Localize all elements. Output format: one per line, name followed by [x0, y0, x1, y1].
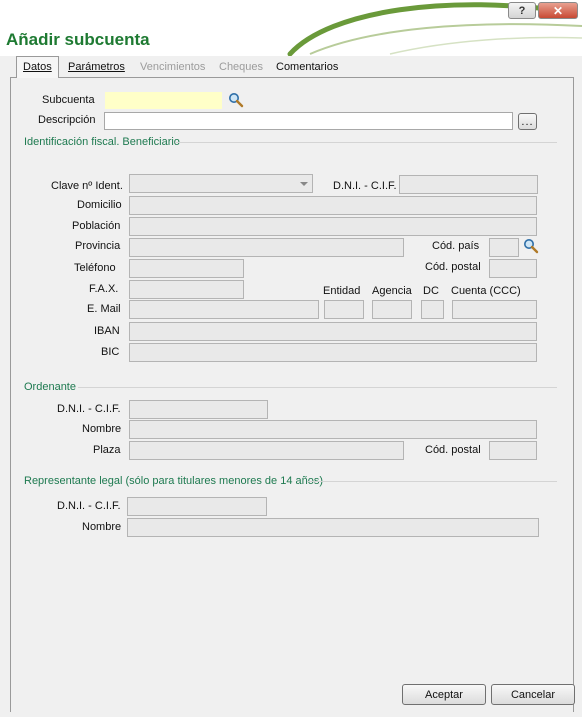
plaza-input[interactable] [129, 441, 404, 460]
representante-nombre-label: Nombre [82, 521, 122, 533]
section-divider [78, 387, 557, 388]
accept-button[interactable]: Aceptar [402, 684, 486, 705]
dc-input[interactable] [421, 300, 444, 319]
section-divider [175, 142, 557, 143]
search-icon[interactable] [523, 238, 539, 254]
tab-vencimientos: Vencimientos [140, 61, 206, 73]
fax-label: F.A.X. [89, 283, 119, 295]
entidad-input[interactable] [324, 300, 364, 319]
tab-datos[interactable]: Datos [16, 56, 59, 78]
representante-dni-label: D.N.I. - C.I.F. [57, 500, 121, 512]
cuenta-ccc-label: Cuenta (CCC) [451, 285, 521, 297]
dni-input[interactable] [399, 175, 538, 194]
email-input[interactable] [129, 300, 319, 319]
ordenante-nombre-label: Nombre [82, 423, 122, 435]
tab-parametros[interactable]: Parámetros [62, 59, 131, 77]
section-divider [307, 481, 557, 482]
poblacion-label: Población [72, 220, 121, 232]
cod-pais-label: Cód. país [432, 240, 480, 252]
agencia-label: Agencia [372, 285, 412, 297]
domicilio-input[interactable] [129, 196, 537, 215]
bic-label: BIC [101, 346, 120, 358]
cod-postal-input[interactable] [489, 259, 537, 278]
provincia-label: Provincia [75, 240, 121, 252]
close-button[interactable]: ✕ [538, 2, 578, 19]
search-icon[interactable] [228, 92, 244, 108]
cuenta-ccc-input[interactable] [452, 300, 537, 319]
tab-comentarios[interactable]: Comentarios [270, 59, 344, 77]
section-title-representante: Representante legal (sólo para titulares… [24, 475, 324, 487]
descripcion-browse-button[interactable]: ... [518, 113, 537, 130]
ordenante-cod-postal-input[interactable] [489, 441, 537, 460]
ordenante-dni-label: D.N.I. - C.I.F. [57, 403, 121, 415]
dni-label: D.N.I. - C.I.F. [333, 180, 397, 192]
section-title-ordenante: Ordenante [24, 381, 76, 393]
cod-pais-input[interactable] [489, 238, 519, 257]
provincia-input[interactable] [129, 238, 404, 257]
fax-input[interactable] [129, 280, 244, 299]
cod-postal-label: Cód. postal [425, 261, 481, 273]
subcuenta-label: Subcuenta [42, 94, 95, 106]
dc-label: DC [423, 285, 439, 297]
clave-ident-label: Clave nº Ident. [51, 180, 123, 192]
section-title-beneficiario: Identificación fiscal. Beneficiario [24, 136, 180, 148]
iban-input[interactable] [129, 322, 537, 341]
poblacion-input[interactable] [129, 217, 537, 236]
help-button[interactable]: ? [508, 2, 536, 19]
iban-label: IBAN [94, 325, 120, 337]
cancel-button[interactable]: Cancelar [491, 684, 575, 705]
ordenante-nombre-input[interactable] [129, 420, 537, 439]
agencia-input[interactable] [372, 300, 412, 319]
plaza-label: Plaza [93, 444, 121, 456]
ordenante-dni-input[interactable] [129, 400, 268, 419]
tab-cheques: Cheques [219, 61, 264, 73]
email-label: E. Mail [87, 303, 121, 315]
clave-ident-select[interactable] [129, 174, 313, 193]
descripcion-label: Descripción [38, 114, 96, 126]
chevron-down-icon [300, 182, 308, 186]
subcuenta-input[interactable] [105, 92, 222, 109]
representante-dni-input[interactable] [127, 497, 267, 516]
telefono-input[interactable] [129, 259, 244, 278]
bic-input[interactable] [129, 343, 537, 362]
telefono-label: Teléfono [74, 262, 116, 274]
close-icon: ✕ [552, 3, 564, 18]
entidad-label: Entidad [323, 285, 361, 297]
window-title: Añadir subcuenta [6, 30, 150, 49]
help-icon: ? [518, 4, 526, 17]
domicilio-label: Domicilio [77, 199, 122, 211]
ordenante-cod-postal-label: Cód. postal [425, 444, 481, 456]
descripcion-input[interactable] [104, 112, 513, 130]
representante-nombre-input[interactable] [127, 518, 539, 537]
